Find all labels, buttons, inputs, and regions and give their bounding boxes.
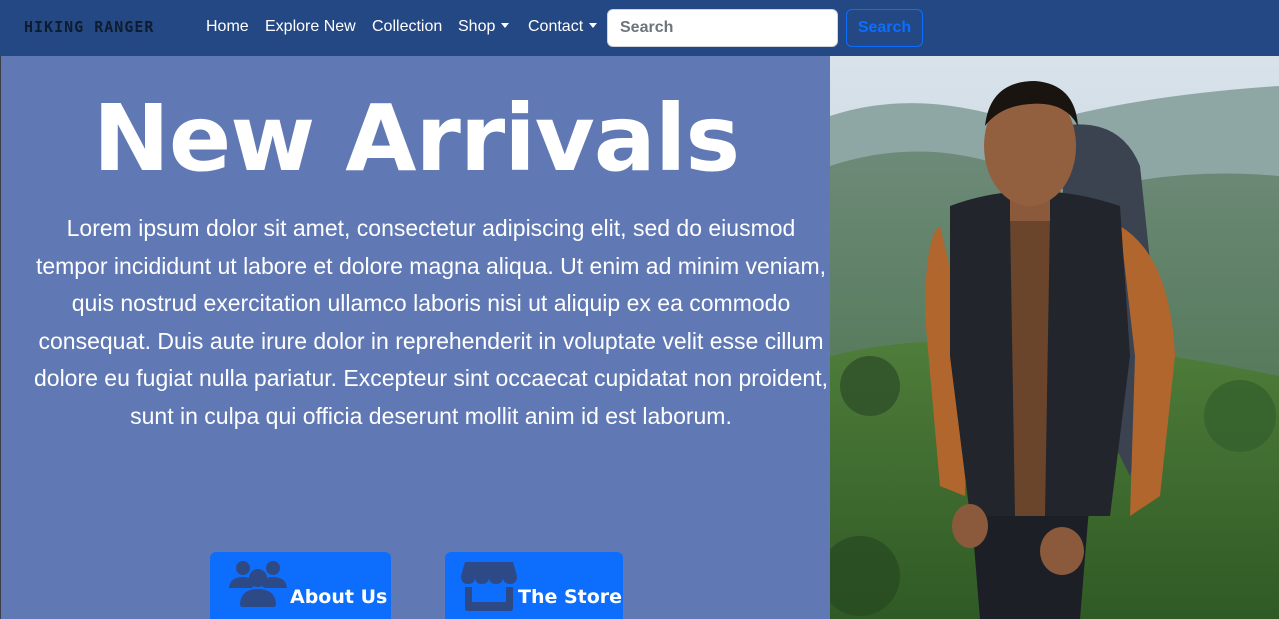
navbar: HIKING RANGER Home Explore New Collectio… bbox=[0, 0, 1279, 56]
users-icon bbox=[226, 560, 290, 617]
the-store-label: The Store bbox=[518, 586, 623, 608]
about-us-label: About Us bbox=[290, 586, 388, 608]
chevron-down-icon bbox=[589, 23, 598, 28]
nav-explore-new-link[interactable]: Explore New bbox=[265, 17, 356, 37]
search-button[interactable]: Search bbox=[846, 9, 923, 47]
search-input[interactable] bbox=[607, 9, 838, 47]
nav-contact-dropdown[interactable]: Contact bbox=[528, 17, 598, 37]
nav-home-link[interactable]: Home bbox=[206, 17, 249, 37]
about-us-button[interactable]: About Us bbox=[210, 552, 391, 619]
hero-description: Lorem ipsum dolor sit amet, consectetur … bbox=[33, 215, 829, 429]
brand-logo[interactable]: HIKING RANGER bbox=[24, 18, 154, 36]
nav-shop-dropdown[interactable]: Shop bbox=[458, 17, 510, 37]
hero-section: New Arrivals Lorem ipsum dolor sit amet,… bbox=[0, 56, 830, 619]
hero-title: New Arrivals bbox=[92, 85, 740, 192]
hero-photo-hiker bbox=[830, 56, 1279, 619]
nav-collection-link[interactable]: Collection bbox=[372, 17, 442, 37]
store-icon bbox=[461, 560, 517, 617]
nav-contact-label: Contact bbox=[528, 18, 584, 35]
chevron-down-icon bbox=[501, 23, 510, 28]
nav-shop-label: Shop bbox=[458, 18, 496, 35]
the-store-button[interactable]: The Store bbox=[445, 552, 623, 619]
